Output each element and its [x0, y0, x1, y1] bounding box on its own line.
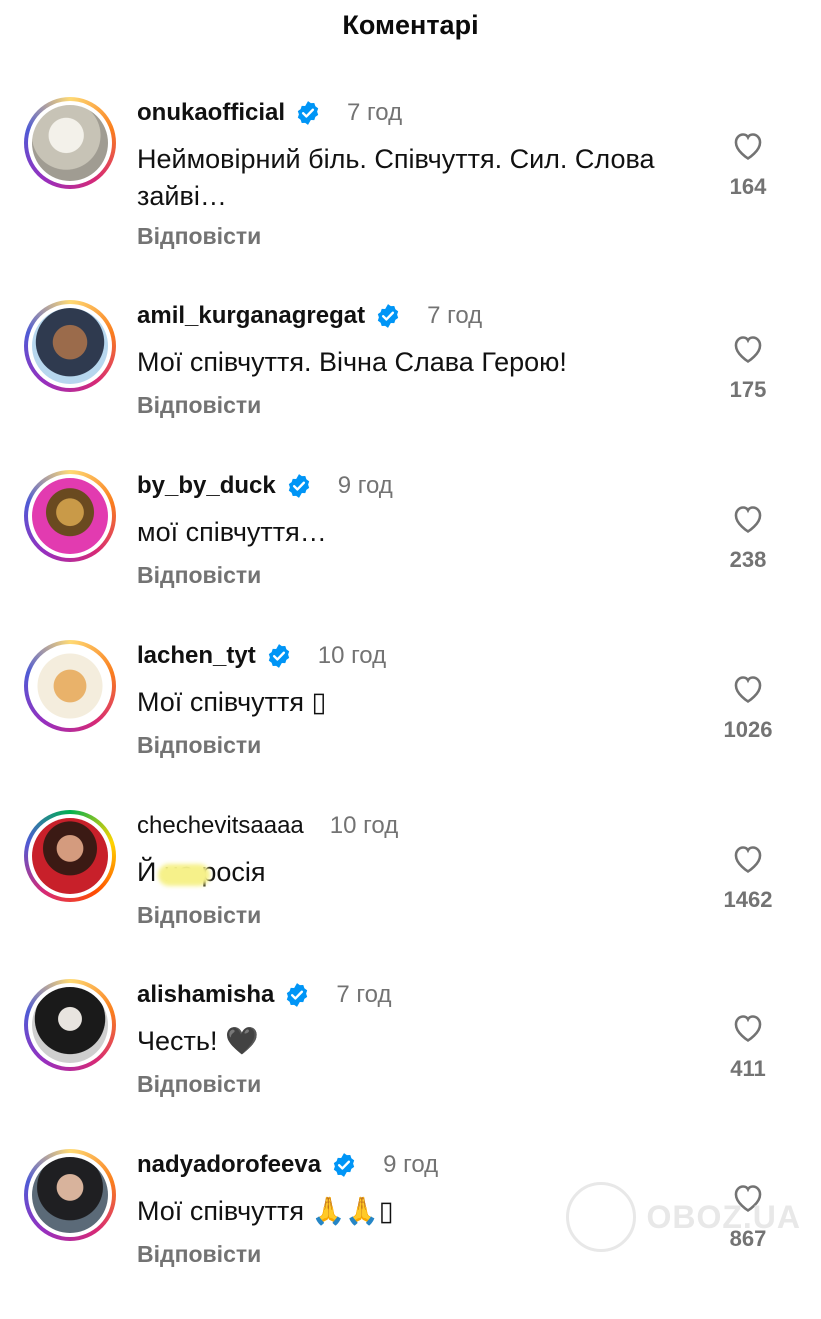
- like-count: 411: [730, 1056, 766, 1081]
- timestamp: 10 год: [317, 642, 387, 669]
- like-count: 175: [729, 377, 767, 402]
- avatar[interactable]: [24, 1149, 116, 1241]
- verified-badge-icon: [297, 101, 319, 125]
- like-button[interactable]: 175: [703, 332, 793, 403]
- username[interactable]: alishamisha: [137, 981, 274, 1009]
- comment-text: Мої співчуття ▯: [137, 687, 327, 717]
- username[interactable]: chechevitsaaaa: [137, 812, 304, 840]
- like-count: 1462: [723, 887, 773, 912]
- username[interactable]: nadyadorofeeva: [137, 1151, 321, 1179]
- username[interactable]: amil_kurganagregat: [137, 302, 365, 330]
- comment-item: by_by_duck 9 год мої співчуття… Відповіс…: [0, 470, 821, 640]
- timestamp: 10 год: [329, 812, 399, 839]
- comment-item: onukaofficial 7 год Неймовірний біль. Сп…: [0, 97, 821, 267]
- like-button[interactable]: 164: [703, 129, 793, 200]
- reply-button[interactable]: Відповісти: [137, 562, 261, 589]
- heart-icon: [734, 676, 762, 703]
- like-count: 164: [729, 174, 767, 199]
- heart-icon: [734, 336, 762, 363]
- heart-icon: [734, 1015, 762, 1042]
- timestamp: 7 год: [427, 302, 483, 329]
- reply-button[interactable]: Відповісти: [137, 392, 261, 419]
- comment-text: Мої співчуття. Вічна Слава Герою!: [137, 347, 567, 377]
- verified-badge-icon: [287, 983, 308, 1007]
- comment-item: amil_kurganagregat 7 год Мої співчуття. …: [0, 300, 821, 470]
- comment-item: chechevitsaaaa 10 год Й на росія Відпові…: [0, 810, 821, 980]
- avatar[interactable]: [24, 470, 116, 562]
- timestamp: 9 год: [383, 1151, 439, 1178]
- reply-button[interactable]: Відповісти: [137, 1241, 261, 1268]
- username[interactable]: lachen_tyt: [137, 642, 256, 670]
- avatar[interactable]: [24, 97, 116, 189]
- comment-item: lachen_tyt 10 год Мої співчуття ▯ Відпов…: [0, 640, 821, 810]
- heart-icon: [734, 133, 762, 160]
- verified-badge-icon: [268, 644, 289, 668]
- verified-badge-icon: [288, 474, 309, 498]
- reply-button[interactable]: Відповісти: [137, 223, 261, 250]
- like-button[interactable]: 238: [703, 502, 793, 573]
- timestamp: 9 год: [337, 472, 393, 499]
- verified-badge-icon: [377, 304, 399, 328]
- like-count: 1026: [723, 717, 773, 742]
- watermark: OBOZ.UA: [566, 1182, 801, 1252]
- watermark-text: OBOZ.UA: [646, 1198, 801, 1235]
- comment-text: мої співчуття…: [137, 517, 327, 547]
- timestamp: 7 год: [347, 99, 403, 126]
- timestamp: 7 год: [336, 981, 392, 1008]
- heart-icon: [734, 506, 762, 533]
- avatar[interactable]: [24, 640, 116, 732]
- reply-button[interactable]: Відповісти: [137, 1071, 261, 1098]
- avatar[interactable]: [24, 810, 116, 902]
- like-button[interactable]: 1026: [703, 672, 793, 743]
- username[interactable]: onukaofficial: [137, 99, 285, 127]
- verified-badge-icon: [333, 1153, 355, 1177]
- reply-button[interactable]: Відповісти: [137, 902, 261, 929]
- comment-text: Честь! 🖤: [137, 1026, 259, 1056]
- comment-text: Й на росія: [137, 857, 266, 887]
- avatar[interactable]: [24, 300, 116, 392]
- like-count: 238: [729, 547, 767, 572]
- username[interactable]: by_by_duck: [137, 472, 276, 500]
- page-title: Коментарі: [342, 10, 479, 40]
- like-button[interactable]: 1462: [703, 842, 793, 913]
- watermark-logo-icon: [566, 1182, 637, 1252]
- comment-text: Неймовірний біль. Співчуття. Сил. Слова …: [137, 144, 655, 211]
- comments-sheet: Коментарі onukaofficial 7 год Неймовірни…: [0, 0, 821, 1280]
- censor-blur: [158, 864, 210, 886]
- reply-button[interactable]: Відповісти: [137, 732, 261, 759]
- avatar[interactable]: [24, 979, 116, 1071]
- comment-item: alishamisha 7 год Честь! 🖤 Відповісти 41…: [0, 979, 821, 1149]
- like-button[interactable]: 411: [703, 1011, 793, 1082]
- heart-icon: [734, 846, 762, 873]
